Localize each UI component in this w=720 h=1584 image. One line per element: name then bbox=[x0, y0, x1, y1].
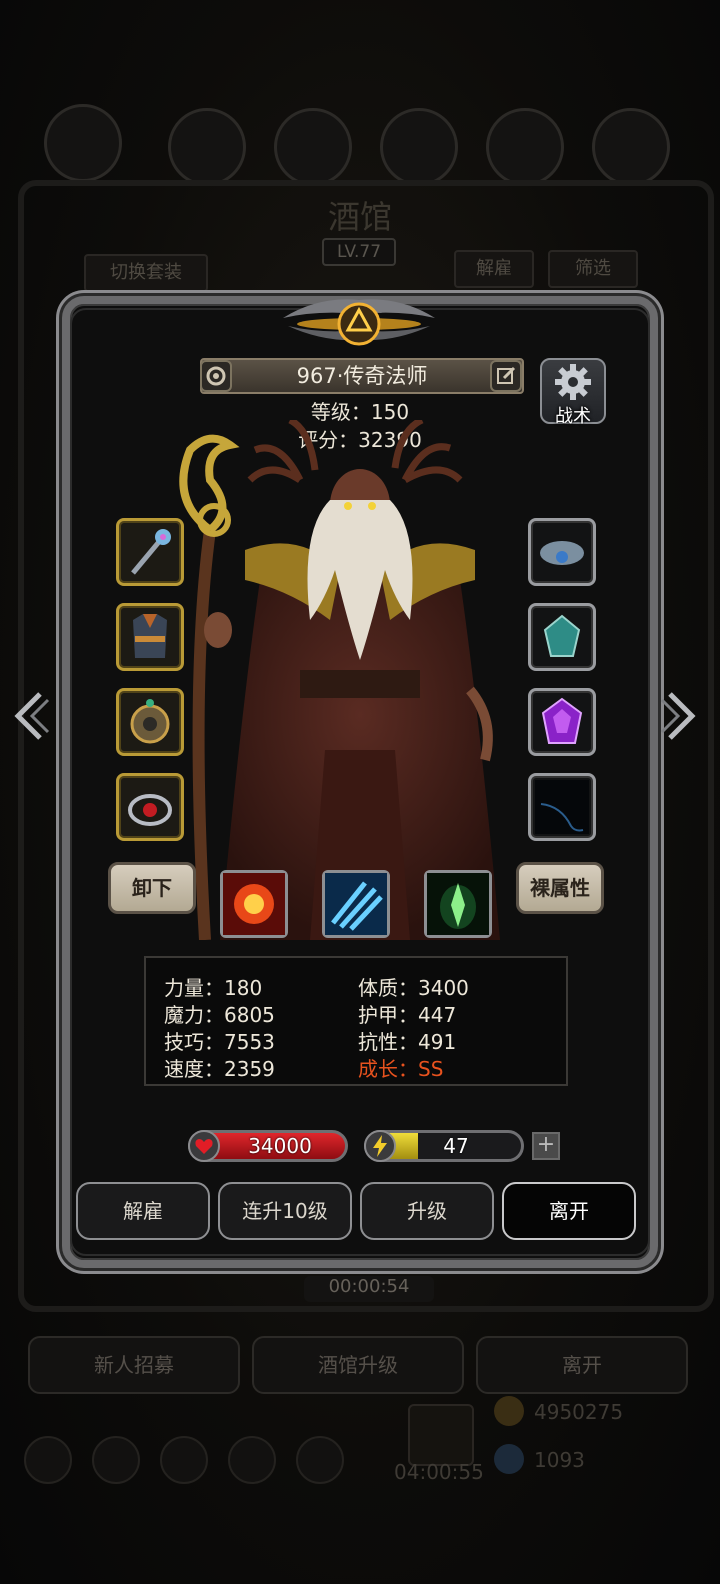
top-menu-icon-4 bbox=[380, 108, 458, 186]
stat-strength: 力量：180 bbox=[164, 976, 263, 1000]
bottom-menu-icon-4 bbox=[228, 1436, 276, 1484]
leave-button[interactable]: 离开 bbox=[502, 1182, 636, 1240]
bottom-menu-icon-1 bbox=[24, 1436, 72, 1484]
stat-resistance: 抗性：491 bbox=[358, 1030, 457, 1054]
unequip-button[interactable]: 卸下 bbox=[108, 862, 196, 914]
energy-value: 47 bbox=[443, 1134, 469, 1158]
stat-speed: 速度：2359 bbox=[164, 1057, 275, 1081]
fire-burst-skill-icon bbox=[223, 873, 285, 935]
amulet-slot[interactable] bbox=[116, 688, 184, 756]
dismiss-button[interactable]: 解雇 bbox=[76, 1182, 210, 1240]
bottom-menu-icon-2 bbox=[92, 1436, 140, 1484]
next-hero-arrow-icon[interactable] bbox=[660, 686, 700, 746]
filter-tab: 筛选 bbox=[548, 250, 638, 288]
dismiss-tab: 解雇 bbox=[454, 250, 534, 288]
ring-item-icon bbox=[128, 794, 172, 826]
ring-slot[interactable] bbox=[116, 773, 184, 841]
tavern-title: 酒馆 bbox=[327, 198, 392, 236]
gift-timer: 04:00:55 bbox=[394, 1460, 484, 1484]
skill-slot-1[interactable] bbox=[220, 870, 288, 938]
level-up-button[interactable]: 升级 bbox=[360, 1182, 494, 1240]
crown-item-icon bbox=[540, 541, 584, 565]
skill-slot-3[interactable] bbox=[424, 870, 492, 938]
stat-magic: 魔力：6805 bbox=[164, 1003, 275, 1027]
top-menu-icon-5 bbox=[486, 108, 564, 186]
armor-item-icon bbox=[133, 614, 167, 658]
stat-armor: 护甲：447 bbox=[358, 1003, 457, 1027]
gear-icon bbox=[555, 364, 591, 400]
hero-name: 967·传奇法师 bbox=[296, 364, 428, 388]
top-menu-icon-2 bbox=[168, 108, 246, 186]
gem-amount: 1093 bbox=[534, 1448, 585, 1472]
top-menu-icon-3 bbox=[274, 108, 352, 186]
add-energy-button[interactable]: + bbox=[532, 1132, 560, 1160]
switch-outfit-button: 切换套装 bbox=[84, 254, 208, 292]
hp-value: 34000 bbox=[248, 1134, 312, 1158]
gift-box-icon bbox=[408, 1404, 474, 1466]
purple-gem-icon bbox=[541, 697, 583, 744]
recruit-button: 新人招募 bbox=[28, 1336, 240, 1394]
helmet-slot[interactable] bbox=[528, 518, 596, 586]
background-timer: 00:00:54 bbox=[304, 1276, 434, 1302]
green-crystal-skill-icon bbox=[427, 873, 489, 935]
bottom-menu-icon-3 bbox=[160, 1436, 208, 1484]
weapon-slot[interactable] bbox=[116, 518, 184, 586]
amulet-item-icon bbox=[130, 699, 170, 744]
top-menu-icon-1 bbox=[44, 104, 122, 182]
previous-hero-arrow-icon[interactable] bbox=[10, 686, 50, 746]
empty-dark-slot-icon bbox=[535, 780, 589, 834]
gem-slot-1[interactable] bbox=[528, 603, 596, 671]
dialog-crest-icon bbox=[283, 299, 435, 346]
gold-amount: 4950275 bbox=[534, 1400, 624, 1424]
base-attributes-button[interactable]: 裸属性 bbox=[516, 862, 604, 914]
ice-shard-skill-icon bbox=[325, 873, 387, 935]
tavern-level: LV.77 bbox=[322, 238, 396, 266]
staff-item-icon bbox=[131, 529, 171, 575]
background-leave-button: 离开 bbox=[476, 1336, 688, 1394]
upgrade-tavern-button: 酒馆升级 bbox=[252, 1336, 464, 1394]
rename-edit-icon[interactable] bbox=[490, 360, 522, 392]
druid-mage-portrait bbox=[179, 420, 500, 940]
stat-skill: 技巧：7553 bbox=[164, 1030, 275, 1054]
gem-slot-2[interactable] bbox=[528, 688, 596, 756]
teal-gem-icon bbox=[543, 614, 581, 657]
armor-slot[interactable] bbox=[116, 603, 184, 671]
gem-slot-3[interactable] bbox=[528, 773, 596, 841]
top-menu-icon-6 bbox=[592, 108, 670, 186]
gold-coin-icon bbox=[494, 1396, 524, 1426]
bottom-menu-icon-5 bbox=[296, 1436, 344, 1484]
stat-growth: 成长：SS bbox=[358, 1057, 444, 1081]
skill-slot-2[interactable] bbox=[322, 870, 390, 938]
stat-constitution: 体质：3400 bbox=[358, 976, 469, 1000]
gem-icon bbox=[494, 1444, 524, 1474]
level-up-10-button[interactable]: 连升10级 bbox=[218, 1182, 352, 1240]
